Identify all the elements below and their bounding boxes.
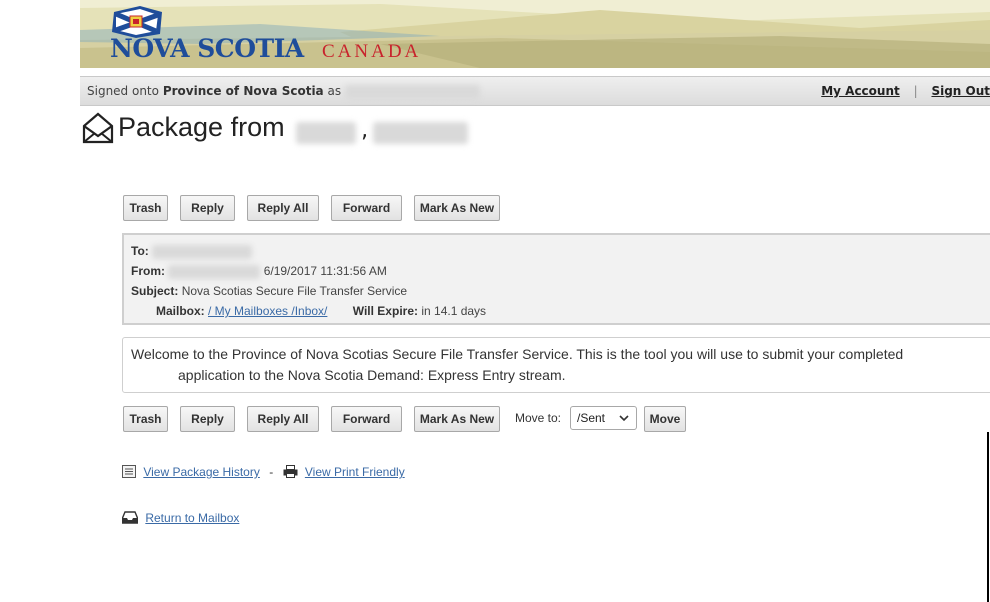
message-header: To: From: 6/19/2017 11:31:56 AM Subject:… [122,233,990,325]
move-button[interactable]: Move [644,406,686,432]
expire-value: in 14.1 days [421,304,487,318]
to-row: To: [131,244,253,259]
signed-prefix: Signed onto [87,84,159,98]
redacted-sender-email [168,264,261,279]
trash-button[interactable]: Trash [123,195,168,221]
return-row: Return to Mailbox [122,511,239,525]
reply-button-bottom[interactable]: Reply [180,406,235,432]
reply-button[interactable]: Reply [180,195,235,221]
message-line-1: Welcome to the Province of Nova Scotias … [131,346,904,362]
logo-canada: CANADA [322,41,422,62]
links-dash: - [269,465,274,479]
view-print-friendly-link[interactable]: View Print Friendly [305,465,405,479]
list-icon [122,465,136,478]
inbox-tray-icon [122,511,138,524]
from-datetime: 6/19/2017 11:31:56 AM [263,264,387,278]
forward-button[interactable]: Forward [331,195,402,221]
from-label: From: [131,264,165,278]
message-body: Welcome to the Province of Nova Scotias … [122,337,990,393]
view-package-history-link[interactable]: View Package History [143,465,260,479]
organization-name: Province of Nova Scotia [162,84,324,98]
mailbox-link[interactable]: / My Mailboxes /Inbox/ [208,304,327,318]
signed-on-status: Signed onto Province of Nova Scotia as [87,84,480,99]
redacted-sender: , [296,118,469,144]
to-label: To: [131,244,149,258]
logo-wordmark: NOVA SCOTIA [110,34,304,63]
site-banner: NOVA SCOTIA CANADA [80,0,990,68]
printer-icon [283,465,298,478]
nova-scotia-logo[interactable]: NOVA SCOTIA CANADA [110,6,440,64]
move-to-label: Move to: [515,411,562,425]
mailbox-row: Mailbox: / My Mailboxes /Inbox/ Will Exp… [156,304,486,318]
redacted-username [344,84,480,99]
chevron-down-icon [619,415,629,422]
forward-button-bottom[interactable]: Forward [331,406,402,432]
reply-all-button-bottom[interactable]: Reply All [247,406,319,432]
reply-all-button[interactable]: Reply All [247,195,319,221]
account-links: My Account | Sign Out [821,84,990,98]
subject-label: Subject: [131,284,179,298]
sign-out-link[interactable]: Sign Out [931,84,990,98]
mark-as-new-button-bottom[interactable]: Mark As New [414,406,500,432]
trash-button-bottom[interactable]: Trash [123,406,168,432]
mailbox-label: Mailbox: [156,304,205,318]
from-row: From: 6/19/2017 11:31:56 AM [131,264,387,279]
redacted-recipient [152,244,253,259]
signed-as: as [327,84,342,98]
subject-row: Subject: Nova Scotias Secure File Transf… [131,284,407,298]
title-comma: , [361,118,369,143]
link-separator: | [913,84,918,98]
move-to-select[interactable]: /Sent [570,406,637,430]
expire-label: Will Expire: [352,304,418,318]
package-links: View Package History - View Print Friend… [122,465,405,479]
signed-on-bar: Signed onto Province of Nova Scotia as M… [80,76,990,106]
message-line-2: application to the Nova Scotia Demand: E… [178,367,566,383]
move-to-selected: /Sent [577,411,606,425]
mark-as-new-button[interactable]: Mark As New [414,195,500,221]
page-title: Package from [118,112,285,142]
envelope-open-icon [82,112,114,144]
window-edge-line [987,432,989,602]
subject-value: Nova Scotias Secure File Transfer Servic… [181,284,408,298]
my-account-link[interactable]: My Account [821,84,900,98]
return-to-mailbox-link[interactable]: Return to Mailbox [145,511,239,525]
